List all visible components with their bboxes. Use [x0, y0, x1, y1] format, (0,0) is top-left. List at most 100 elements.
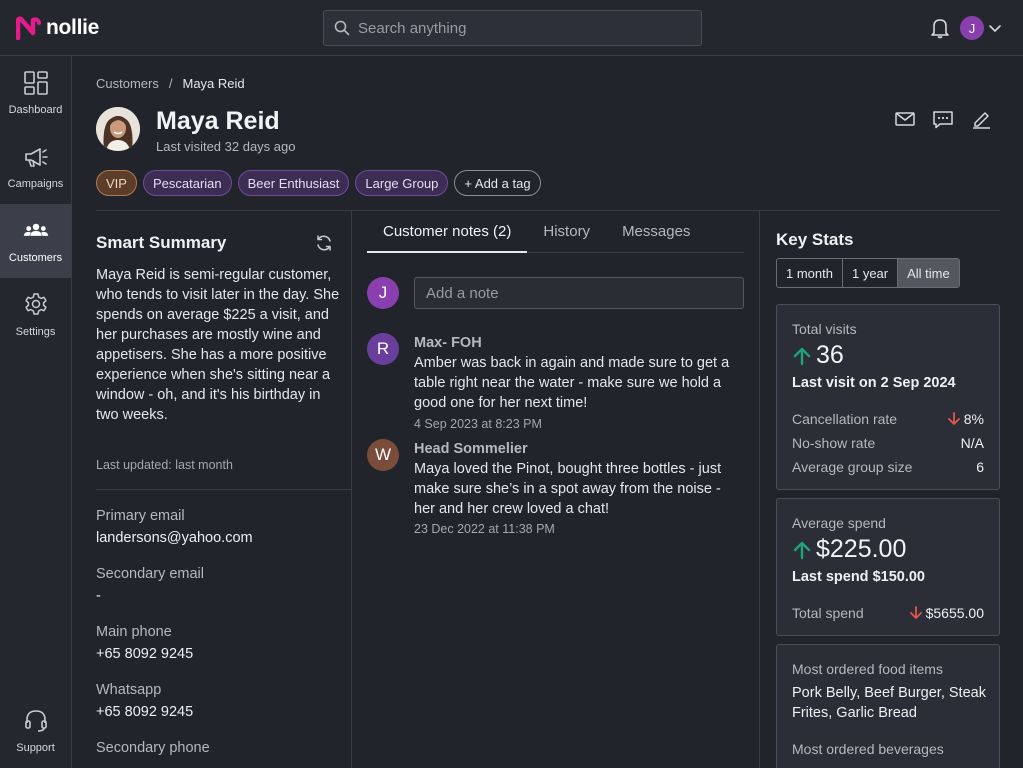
logo[interactable]: nollie [16, 16, 99, 40]
message-icon[interactable] [932, 109, 954, 129]
sidebar-item-dashboard[interactable]: Dashboard [0, 56, 71, 130]
breadcrumb-current: Maya Reid [182, 76, 245, 91]
divider [351, 210, 352, 768]
gear-icon [24, 293, 47, 315]
tag-pescatarian[interactable]: Pescatarian [142, 170, 232, 196]
tag-large-group[interactable]: Large Group [355, 170, 449, 196]
divider [96, 489, 351, 490]
primary-email-label: Primary email [96, 508, 185, 524]
average-spend-number: $225.00 [816, 535, 907, 563]
food-items-value: Pork Belly, Beef Burger, Steak Frites, G… [792, 685, 986, 721]
sidebar-item-label: Support [16, 742, 55, 754]
sidebar: Dashboard Campaigns Customers Settings S… [0, 56, 72, 768]
search-icon [334, 20, 350, 36]
arrow-up-icon [793, 541, 811, 559]
spend-card: Average spend $225.00 Last spend $150.00… [776, 498, 1000, 636]
total-visits-label: Total visits [792, 321, 857, 337]
search-bar[interactable] [323, 10, 702, 46]
chevron-down-icon[interactable] [988, 22, 1002, 34]
add-tag-button[interactable]: + Add a tag [454, 170, 541, 196]
orders-card: Most ordered food items Pork Belly, Beef… [776, 644, 1000, 768]
sidebar-item-label: Settings [15, 326, 56, 338]
secondary-phone-label: Secondary phone [96, 740, 210, 756]
arrow-down-icon [947, 412, 960, 425]
note-text: Maya loved the Pinot, bought three bottl… [414, 461, 722, 517]
stat-label: Average group size [792, 459, 913, 475]
stat-value: N/A [960, 435, 984, 451]
last-spend: Last spend $150.00 [792, 569, 925, 585]
divider [759, 210, 760, 768]
average-group-size-row: Average group size 6 [792, 459, 984, 475]
secondary-email-label: Secondary email [96, 566, 204, 582]
sidebar-item-label: Dashboard [8, 104, 63, 116]
nollie-logo-icon [16, 16, 41, 40]
tag-beer-enthusiast[interactable]: Beer Enthusiast [237, 170, 350, 196]
tab-history[interactable]: History [527, 212, 606, 253]
last-visited: Last visited 32 days ago [156, 139, 296, 154]
sidebar-item-campaigns[interactable]: Campaigns [0, 130, 71, 204]
whatsapp-value[interactable]: +65 8092 9245 [96, 704, 193, 720]
app-name: nollie [46, 16, 100, 39]
main-phone-label: Main phone [96, 624, 172, 640]
notification-bell-icon[interactable] [930, 17, 950, 39]
time-range-selector: 1 month 1 year All time [776, 258, 960, 288]
total-spend-row: Total spend $5655.00 [792, 605, 984, 621]
tab-messages[interactable]: Messages [606, 212, 706, 253]
tag-vip[interactable]: VIP [96, 170, 137, 196]
sidebar-item-customers[interactable]: Customers [0, 204, 71, 278]
note-author: Head Sommelier [414, 441, 528, 457]
sidebar-item-label: Campaigns [7, 178, 64, 190]
customers-icon [23, 223, 48, 236]
top-bar: nollie J [0, 0, 1023, 56]
edit-icon[interactable] [970, 109, 992, 129]
note-date: 23 Dec 2022 at 11:38 PM [414, 522, 555, 536]
primary-email-value[interactable]: landersons@yahoo.com [96, 530, 253, 546]
last-visit: Last visit on 2 Sep 2024 [792, 375, 956, 391]
email-icon[interactable] [894, 109, 916, 129]
note-author-avatar: R [367, 333, 399, 365]
stat-number: 8% [963, 411, 984, 427]
refresh-icon[interactable] [314, 233, 334, 253]
arrow-up-icon [793, 347, 811, 365]
key-stats-title: Key Stats [776, 230, 854, 249]
breadcrumb-separator: / [168, 76, 173, 91]
note-author-avatar: W [367, 439, 399, 471]
total-visits-value: 36 [792, 341, 844, 370]
visits-card: Total visits 36 Last visit on 2 Sep 2024… [776, 304, 1000, 490]
header-actions [894, 109, 992, 129]
summary-updated: Last updated: last month [96, 458, 233, 472]
note-date: 4 Sep 2023 at 8:23 PM [414, 417, 542, 431]
add-note-input[interactable] [414, 277, 744, 309]
search-input[interactable] [358, 19, 678, 37]
stat-value: 8% [947, 411, 984, 427]
sidebar-item-support[interactable]: Support [0, 694, 71, 768]
stat-value: 6 [976, 459, 984, 475]
stat-label: Total spend [792, 605, 864, 621]
megaphone-icon [24, 148, 48, 167]
customer-photo [96, 107, 140, 151]
tab-customer-notes[interactable]: Customer notes (2) [367, 212, 528, 253]
breadcrumb-parent[interactable]: Customers [96, 76, 159, 91]
stat-value: $5655.00 [909, 605, 984, 621]
arrow-down-icon [909, 606, 922, 619]
range-1-year[interactable]: 1 year [843, 259, 899, 287]
stat-number: $5655.00 [925, 605, 984, 621]
customer-portrait-icon [96, 107, 140, 151]
average-spend-value: $225.00 [792, 535, 906, 564]
main-phone-value[interactable]: +65 8092 9245 [96, 646, 193, 662]
divider [96, 210, 1000, 211]
sidebar-item-settings[interactable]: Settings [0, 278, 71, 352]
whatsapp-label: Whatsapp [96, 682, 162, 698]
range-1-month[interactable]: 1 month [777, 259, 843, 287]
food-items-label: Most ordered food items [792, 661, 943, 677]
no-show-rate-row: No-show rate N/A [792, 435, 984, 451]
user-avatar[interactable]: J [960, 16, 984, 40]
note-input-avatar: J [367, 277, 399, 309]
customer-name: Maya Reid [156, 107, 280, 135]
secondary-email-value: - [96, 588, 101, 604]
stat-label: No-show rate [792, 435, 876, 451]
sidebar-item-label: Customers [8, 252, 63, 264]
range-all-time[interactable]: All time [898, 259, 959, 287]
dashboard-icon [23, 71, 48, 95]
cancellation-rate-row: Cancellation rate 8% [792, 411, 984, 427]
